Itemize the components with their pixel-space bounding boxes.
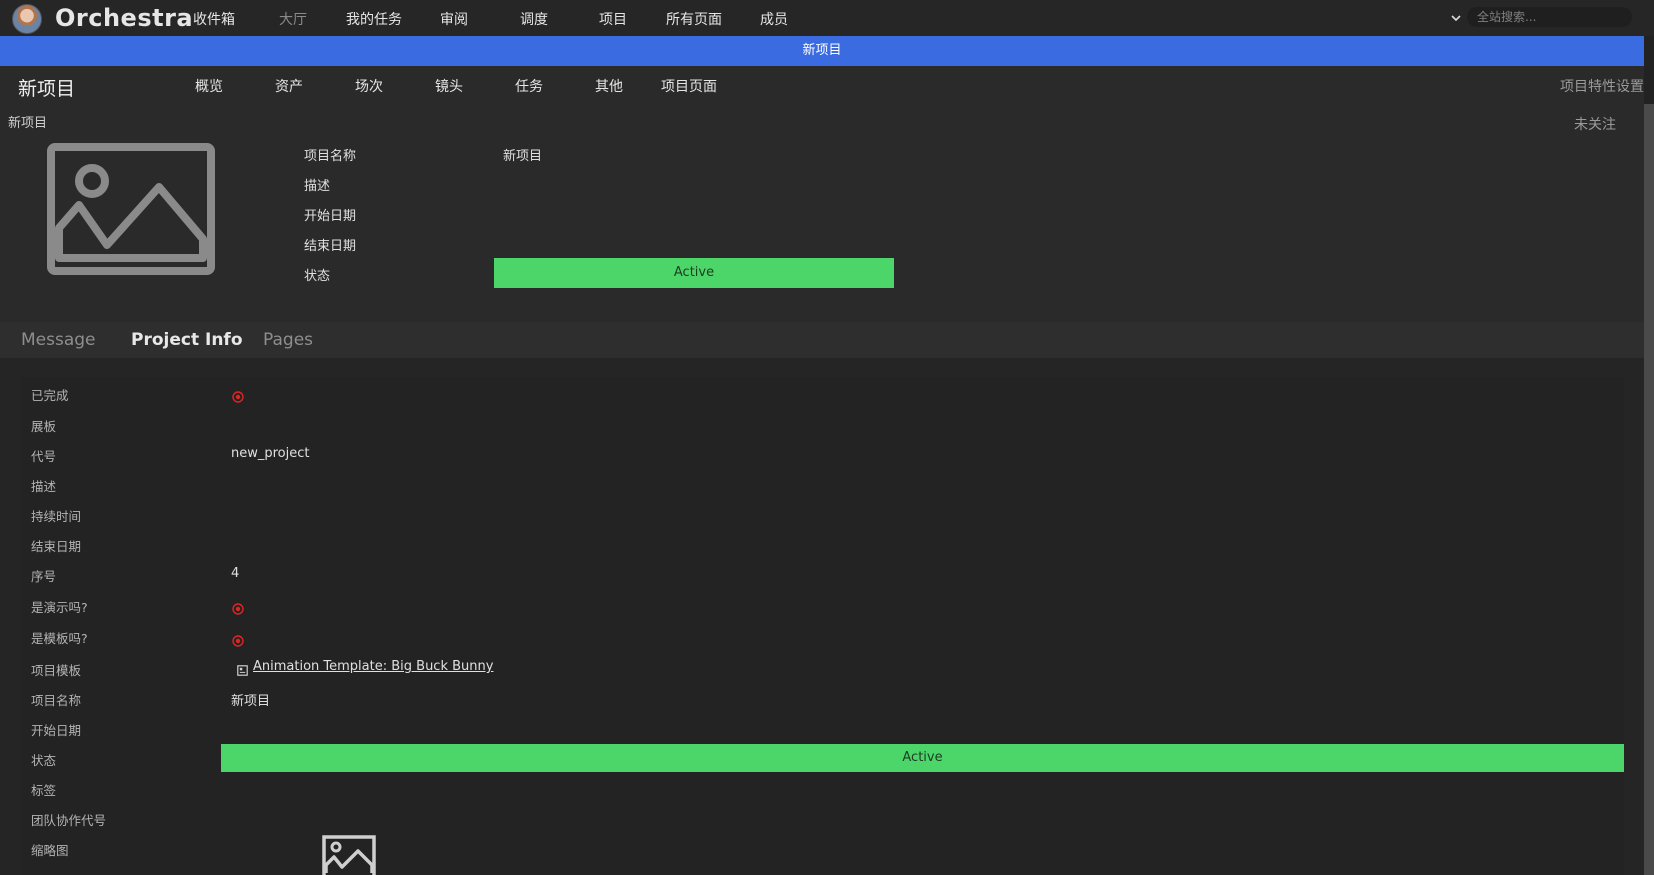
field-name-label: 项目名称 <box>31 693 82 708</box>
nav-review[interactable]: 审阅 <box>440 9 468 29</box>
project-tab-tasks[interactable]: 任务 <box>515 76 543 96</box>
scrollbar-thumb[interactable] <box>1644 104 1654 875</box>
project-title: 新项目 <box>18 78 76 100</box>
project-header: 新项目 概览 资产 场次 镜头 任务 其他 项目页面 项目特性设置 <box>0 66 1644 104</box>
field-status-label: 状态 <box>31 753 57 768</box>
field-thumbnail-label: 缩略图 <box>31 843 69 858</box>
field-is-template-label: 是模板吗? <box>31 631 88 646</box>
page-banner: 新项目 <box>0 36 1644 66</box>
template-icon <box>237 661 248 676</box>
nav-all-pages[interactable]: 所有页面 <box>666 9 722 29</box>
field-code-label: 代号 <box>31 449 57 464</box>
nav-my-tasks[interactable]: 我的任务 <box>346 9 402 29</box>
field-board-label: 展板 <box>31 419 57 434</box>
nav-projects[interactable]: 项目 <box>599 9 627 29</box>
field-team-code-label: 团队协作代号 <box>31 813 107 828</box>
field-order-label: 序号 <box>31 569 57 584</box>
image-placeholder-icon[interactable] <box>322 835 376 875</box>
false-circle-icon <box>232 632 244 647</box>
status-badge[interactable]: Active <box>494 258 894 288</box>
field-code-value[interactable]: new_project <box>231 446 310 461</box>
info-end-label: 结束日期 <box>304 239 357 254</box>
nav-lobby[interactable]: 大厅 <box>279 9 307 29</box>
field-duration-label: 持续时间 <box>31 509 82 524</box>
info-desc-label: 描述 <box>304 179 331 194</box>
breadcrumb[interactable]: 新项目 <box>8 112 47 131</box>
info-start-label: 开始日期 <box>304 209 357 224</box>
field-template-label: 项目模板 <box>31 663 82 678</box>
template-link[interactable]: Animation Template: Big Buck Bunny <box>253 659 493 674</box>
field-order-value[interactable]: 4 <box>231 566 239 581</box>
detail-tab-bar: Message Project Info Pages <box>0 322 1644 358</box>
project-tab-sequences[interactable]: 场次 <box>355 76 383 96</box>
brand-logo[interactable]: Orchestra <box>55 4 193 32</box>
follow-button[interactable]: 未关注 <box>1574 114 1616 134</box>
image-placeholder-icon[interactable] <box>47 143 215 275</box>
project-tab-shots[interactable]: 镜头 <box>435 76 463 96</box>
field-tags-label: 标签 <box>31 783 57 798</box>
false-circle-icon <box>232 600 244 615</box>
field-start-label: 开始日期 <box>31 723 82 738</box>
info-name-value[interactable]: 新项目 <box>503 145 542 164</box>
tab-project-info[interactable]: Project Info <box>131 330 243 350</box>
top-nav-bar: Orchestra 收件箱 大厅 我的任务 审阅 调度 项目 所有页面 成员 <box>0 0 1654 36</box>
tab-message[interactable]: Message <box>21 330 96 350</box>
chevron-down-icon[interactable] <box>1450 9 1464 27</box>
status-badge-wide[interactable]: Active <box>221 744 1624 772</box>
false-circle-icon <box>232 388 244 403</box>
project-tab-overview[interactable]: 概览 <box>195 76 223 96</box>
project-settings-link[interactable]: 项目特性设置 <box>1560 76 1644 96</box>
field-desc-label: 描述 <box>31 479 57 494</box>
user-avatar[interactable] <box>12 4 42 34</box>
nav-members[interactable]: 成员 <box>760 9 788 29</box>
search-box <box>1450 7 1636 29</box>
field-demo-label: 是演示吗? <box>31 600 88 615</box>
nav-inbox[interactable]: 收件箱 <box>193 9 235 29</box>
field-end-label: 结束日期 <box>31 539 82 554</box>
tab-pages[interactable]: Pages <box>263 330 313 350</box>
info-name-label: 项目名称 <box>304 149 357 164</box>
project-tab-other[interactable]: 其他 <box>595 76 623 96</box>
field-name-value[interactable]: 新项目 <box>231 690 270 709</box>
project-tab-pages[interactable]: 项目页面 <box>661 76 717 96</box>
project-tab-assets[interactable]: 资产 <box>275 76 303 96</box>
field-completed-label: 已完成 <box>31 388 69 403</box>
search-input[interactable] <box>1467 7 1632 27</box>
nav-schedule[interactable]: 调度 <box>520 9 548 29</box>
info-status-label: 状态 <box>304 269 331 284</box>
